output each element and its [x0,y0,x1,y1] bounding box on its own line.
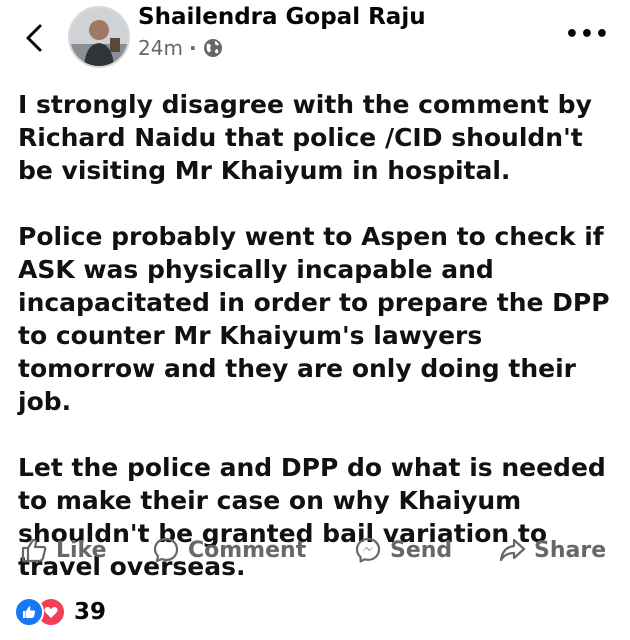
avatar[interactable] [68,6,130,68]
reaction-count: 39 [74,599,107,625]
send-label: Send [390,537,453,563]
comment-label: Comment [188,537,307,563]
share-button[interactable]: Share [498,536,606,564]
like-button[interactable]: Like [20,536,107,564]
post-meta: 24m · [138,36,223,60]
post-actions: Like Comment Send Share [0,536,630,576]
thumbs-up-icon [21,538,47,563]
send-button[interactable]: Send [354,536,452,564]
post-time[interactable]: 24m [138,36,183,60]
post-paragraph: Police probably went to Aspen to check i… [18,222,610,416]
comment-bubble-icon [153,537,179,563]
reaction-summary[interactable]: 39 [14,596,106,628]
like-reaction-icon [14,597,44,627]
post-header: Shailendra Gopal Raju 24m · ••• [0,0,630,80]
more-options-icon[interactable]: ••• [565,24,610,46]
profile-photo [70,8,128,66]
back-arrow-icon[interactable] [20,20,48,56]
messenger-icon [355,537,381,563]
globe-icon [203,39,222,57]
like-label: Like [56,537,107,563]
share-arrow-icon [499,538,526,562]
author-name[interactable]: Shailendra Gopal Raju [138,4,426,30]
meta-separator: · [188,36,197,60]
share-label: Share [534,537,607,563]
comment-button[interactable]: Comment [152,536,306,564]
post-paragraph: I strongly disagree with the comment by … [18,90,592,185]
